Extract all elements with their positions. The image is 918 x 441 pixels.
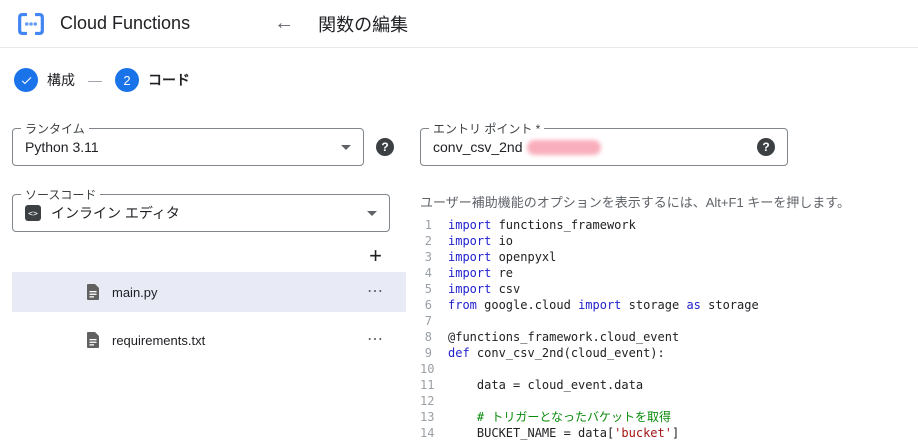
line-number: 2 bbox=[424, 234, 432, 248]
line-number: 8 bbox=[424, 330, 432, 344]
chevron-down-icon bbox=[367, 210, 377, 216]
file-doc-icon bbox=[86, 284, 100, 300]
file-row[interactable]: requirements.txt ⋯ bbox=[12, 320, 406, 360]
code-line: 8 @functions_framework.cloud_event bbox=[420, 329, 918, 345]
code-line: 10 bbox=[420, 361, 918, 377]
stepper-dash: — bbox=[88, 72, 102, 88]
code-text: import functions_framework bbox=[448, 218, 636, 232]
step2-circle[interactable]: 2 bbox=[115, 68, 139, 92]
inline-editor-icon: <> bbox=[25, 205, 41, 221]
line-number: 13 bbox=[420, 410, 435, 424]
main-content: ランタイム Python 3.11 ? ソースコード <> インライン エディタ… bbox=[0, 120, 918, 441]
code-line: 2 import io bbox=[420, 233, 918, 249]
code-line: 9 def conv_csv_2nd(cloud_event): bbox=[420, 345, 918, 361]
line-number: 12 bbox=[420, 394, 435, 408]
app-title: Cloud Functions bbox=[60, 13, 191, 33]
code-text: from google.cloud import storage as stor… bbox=[448, 298, 759, 312]
code-text: # トリガーとなったバケットを取得 bbox=[448, 410, 671, 424]
file-menu-button[interactable]: ⋯ bbox=[361, 283, 390, 301]
code-text: data = cloud_event.data bbox=[448, 378, 644, 392]
entry-point-label: エントリ ポイント * bbox=[429, 120, 545, 137]
code-line: 3 import openpyxl bbox=[420, 249, 918, 265]
code-line: 5 import csv bbox=[420, 281, 918, 297]
line-number: 3 bbox=[424, 250, 432, 264]
stepper: 構成 — 2 コード bbox=[14, 68, 918, 92]
page-title: 関数の編集 bbox=[318, 14, 409, 35]
editor-panel: エントリ ポイント * conv_csv_2nd ? ユーザー補助機能のオプショ… bbox=[406, 120, 918, 441]
source-code-label: ソースコード bbox=[21, 186, 101, 203]
code-text: import re bbox=[448, 266, 514, 280]
line-number: 14 bbox=[420, 426, 435, 440]
line-number: 9 bbox=[424, 346, 432, 360]
line-number: 4 bbox=[424, 266, 432, 280]
runtime-value: Python 3.11 bbox=[25, 139, 99, 155]
source-code-value: インライン エディタ bbox=[51, 205, 180, 221]
left-panel: ランタイム Python 3.11 ? ソースコード <> インライン エディタ… bbox=[0, 120, 406, 441]
code-text: def conv_csv_2nd(cloud_event): bbox=[448, 346, 665, 360]
file-list: main.py ⋯ requirements.txt ⋯ bbox=[12, 272, 406, 360]
code-line: 7 bbox=[420, 313, 918, 329]
code-line: 4 import re bbox=[420, 265, 918, 281]
line-number: 5 bbox=[424, 282, 432, 296]
code-line: 12 bbox=[420, 393, 918, 409]
code-editor[interactable]: 1 import functions_framework 2 import io 3 im… bbox=[420, 217, 918, 441]
code-line: 14 BUCKET_NAME = data['bucket'] bbox=[420, 425, 918, 441]
file-menu-button[interactable]: ⋯ bbox=[361, 331, 390, 349]
code-line: 11 data = cloud_event.data bbox=[420, 377, 918, 393]
entry-point-field[interactable]: エントリ ポイント * conv_csv_2nd ? bbox=[420, 120, 788, 166]
runtime-select[interactable]: ランタイム Python 3.11 bbox=[12, 120, 364, 166]
line-number: 6 bbox=[424, 298, 432, 312]
redacted-text-blur bbox=[526, 139, 601, 155]
code-text: import openpyxl bbox=[448, 250, 557, 264]
code-text: import io bbox=[448, 234, 514, 248]
cloud-functions-logo-icon bbox=[12, 5, 50, 43]
code-line: 6 from google.cloud import storage as sto… bbox=[420, 297, 918, 313]
runtime-label: ランタイム bbox=[21, 120, 89, 137]
back-arrow-button[interactable]: ← bbox=[268, 8, 300, 40]
add-file-button[interactable]: + bbox=[363, 244, 388, 268]
line-number: 7 bbox=[424, 314, 432, 328]
step2-label[interactable]: コード bbox=[148, 70, 190, 90]
entry-point-value: conv_csv_2nd bbox=[433, 139, 523, 155]
top-header: Cloud Functions ← 関数の編集 bbox=[0, 0, 918, 48]
code-line: 1 import functions_framework bbox=[420, 217, 918, 233]
chevron-down-icon bbox=[341, 144, 351, 150]
entry-point-help-icon[interactable]: ? bbox=[757, 138, 775, 156]
step1-check-icon[interactable] bbox=[14, 68, 38, 92]
line-number: 11 bbox=[420, 378, 435, 392]
file-name: requirements.txt bbox=[112, 332, 206, 348]
file-doc-icon bbox=[86, 332, 100, 348]
step1-label[interactable]: 構成 bbox=[47, 70, 75, 90]
file-name: main.py bbox=[112, 284, 158, 300]
source-code-select[interactable]: ソースコード <> インライン エディタ bbox=[12, 186, 390, 232]
code-text: @functions_framework.cloud_event bbox=[448, 330, 680, 344]
code-text: BUCKET_NAME = data['bucket'] bbox=[448, 426, 680, 440]
code-line: 13 # トリガーとなったバケットを取得 bbox=[420, 409, 918, 425]
runtime-help-icon[interactable]: ? bbox=[376, 138, 394, 156]
accessibility-hint: ユーザー補助機能のオプションを表示するには、Alt+F1 キーを押します。 bbox=[420, 195, 850, 210]
file-row[interactable]: main.py ⋯ bbox=[12, 272, 406, 312]
line-number: 1 bbox=[424, 218, 432, 232]
code-text: import csv bbox=[448, 282, 521, 296]
line-number: 10 bbox=[420, 362, 435, 376]
